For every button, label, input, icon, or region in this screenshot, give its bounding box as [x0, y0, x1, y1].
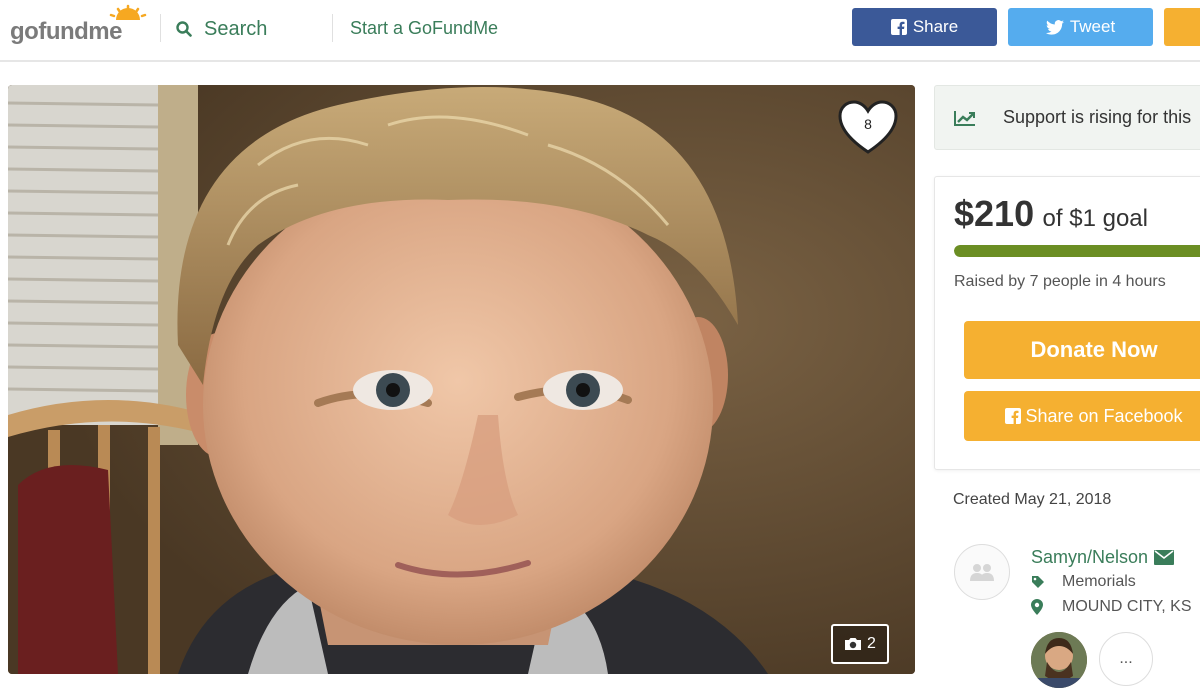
campaign-photo[interactable]: [8, 85, 915, 674]
donation-card: $210 of $1 goal Raised by 7 people in 4 …: [934, 176, 1200, 470]
donate-now-label: Donate Now: [1030, 337, 1158, 362]
trending-banner: Support is rising for this: [934, 85, 1200, 150]
created-date: Created May 21, 2018: [953, 491, 1112, 508]
organizer-name: Samyn/Nelson: [1031, 547, 1149, 567]
search-link[interactable]: Search: [176, 16, 267, 42]
nav-divider: [160, 14, 161, 42]
organizer-name-link[interactable]: Samyn/Nelson: [1031, 547, 1175, 568]
organizer-avatar[interactable]: [954, 544, 1010, 600]
share-on-facebook-label: Share on Facebook: [1025, 405, 1183, 426]
tag-icon: [1031, 575, 1053, 589]
location-label: MOUND CITY, KS: [1062, 598, 1192, 615]
facebook-icon: [890, 19, 907, 35]
more-label: ...: [1119, 650, 1133, 667]
photo-gallery-button[interactable]: 2: [831, 624, 889, 664]
twitter-icon: [1045, 19, 1064, 35]
donate-now-button[interactable]: Donate Now: [964, 321, 1200, 379]
share-button[interactable]: Share: [852, 8, 997, 46]
progress-bar-fill: [954, 245, 1200, 257]
start-gofundme-link[interactable]: Start a GoFundMe: [350, 18, 498, 39]
photo-count: 2: [867, 635, 876, 652]
nav-divider: [332, 14, 333, 42]
tweet-button[interactable]: Tweet: [1008, 8, 1153, 46]
logo-text: gofundme: [10, 18, 122, 45]
category-row: Memorials: [1031, 573, 1136, 591]
camera-icon: [845, 638, 862, 650]
share-label: Share: [912, 17, 959, 36]
more-team-members-button[interactable]: ...: [1099, 632, 1153, 686]
trend-up-icon: [954, 110, 975, 126]
search-label: Search: [204, 17, 268, 40]
goal-text: of $1 goal: [1042, 205, 1148, 232]
team-member-avatar[interactable]: [1031, 632, 1087, 688]
share-on-facebook-button[interactable]: Share on Facebook: [964, 391, 1200, 441]
trending-text: Support is rising for this: [1003, 107, 1192, 127]
favorite-button[interactable]: 8: [838, 100, 898, 156]
header-orange-button[interactable]: [1164, 8, 1200, 46]
facebook-icon: [1005, 408, 1022, 424]
campaign-photo-image: [8, 85, 915, 674]
category-label[interactable]: Memorials: [1062, 573, 1136, 591]
raised-by-text: Raised by 7 people in 4 hours: [954, 273, 1166, 290]
raised-amount: $210: [954, 193, 1035, 234]
people-icon: [970, 564, 994, 581]
location-row: MOUND CITY, KS: [1031, 598, 1192, 616]
map-pin-icon: [1031, 599, 1053, 615]
progress-bar: [954, 245, 1200, 257]
tweet-label: Tweet: [1069, 17, 1116, 36]
search-icon: [176, 21, 192, 37]
raised-summary: $210 of $1 goal: [954, 193, 1148, 235]
team-member-photo: [1031, 632, 1087, 688]
envelope-icon[interactable]: [1154, 550, 1175, 565]
favorite-count: 8: [864, 116, 872, 132]
gofundme-logo[interactable]: gofundme: [10, 4, 147, 54]
top-nav: gofundme Search Start a GoFundMe Share T…: [0, 0, 1200, 62]
